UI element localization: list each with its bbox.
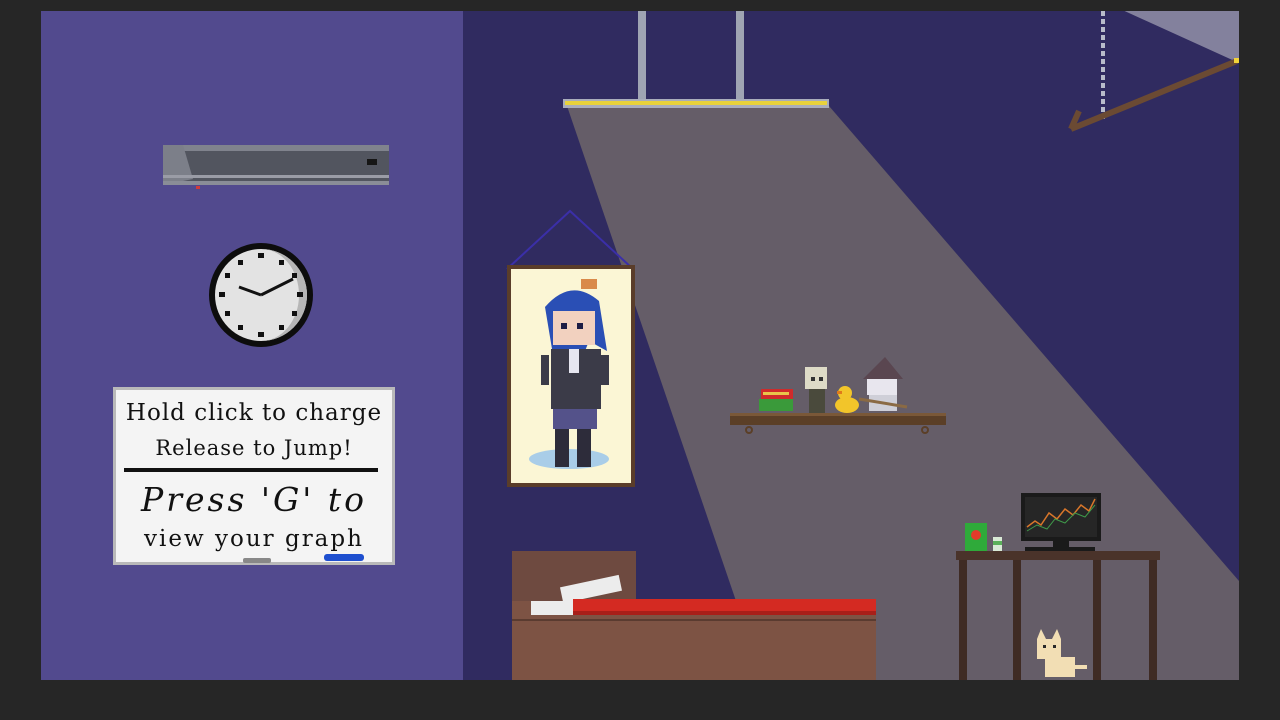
ceiling-lamp-icon bbox=[563, 11, 829, 108]
poster-icon bbox=[506, 209, 635, 487]
air-conditioner-icon bbox=[163, 145, 389, 189]
chips-bag-icon bbox=[965, 523, 987, 551]
light-cone bbox=[567, 106, 1239, 680]
drink-can-icon bbox=[993, 537, 1002, 551]
grey-marker-icon bbox=[243, 558, 271, 563]
whiteboard-line-press: Press 'G' to bbox=[141, 480, 367, 519]
scene-art bbox=[163, 11, 1239, 680]
whiteboard-divider bbox=[124, 468, 378, 472]
spotlight-icon bbox=[1068, 11, 1239, 132]
whiteboard-line-charge: Hold click to charge bbox=[125, 400, 383, 426]
blue-marker-icon bbox=[324, 554, 364, 561]
game-scene[interactable]: Hold click to charge Release to Jump! Pr… bbox=[41, 11, 1239, 680]
clock-icon bbox=[209, 243, 313, 347]
book-stack-icon bbox=[759, 389, 793, 411]
whiteboard-line-graph: view your graph bbox=[144, 526, 364, 552]
whiteboard-line-jump: Release to Jump! bbox=[155, 436, 353, 460]
whiteboard: Hold click to charge Release to Jump! Pr… bbox=[113, 387, 395, 565]
